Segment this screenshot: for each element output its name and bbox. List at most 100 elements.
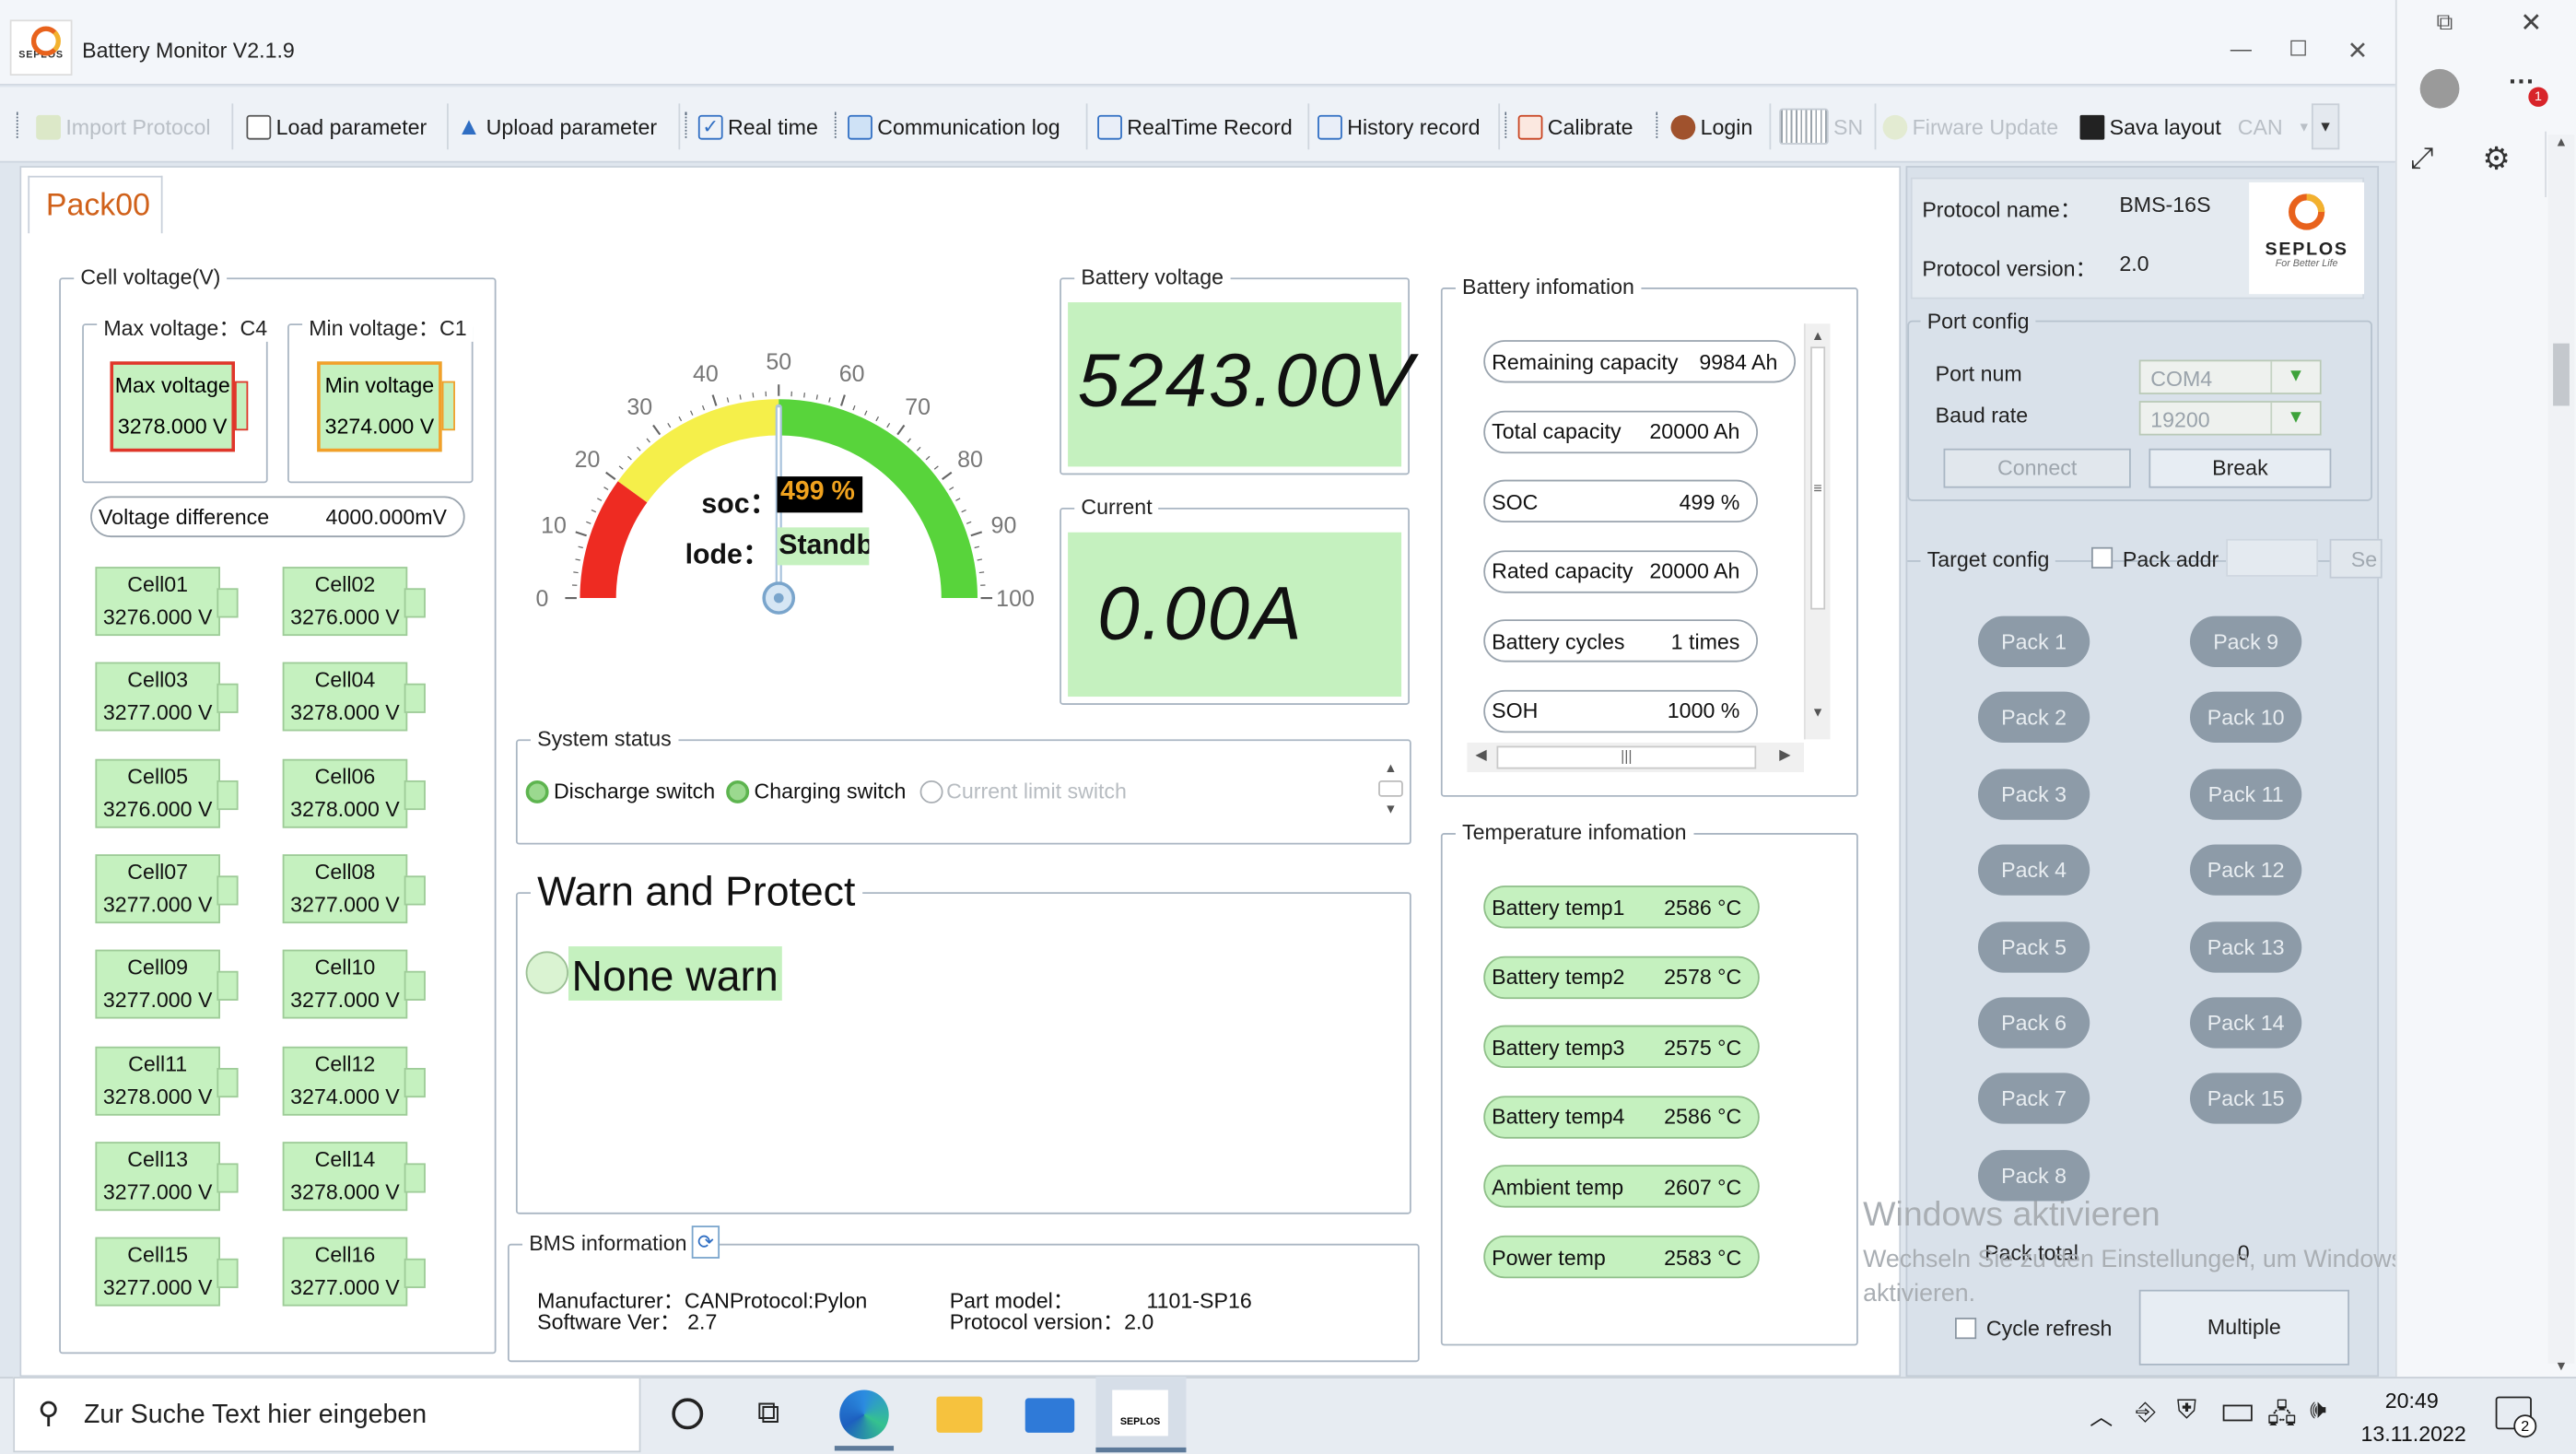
close-icon[interactable]: ✕ bbox=[2520, 6, 2542, 40]
pack-button-13[interactable]: Pack 13 bbox=[2190, 920, 2302, 972]
system-status-scroll[interactable]: ▲ ▼ bbox=[1376, 761, 1404, 840]
protocol-version-value-right: 2.0 bbox=[2119, 251, 2149, 276]
scroll-down-icon[interactable]: ▼ bbox=[1806, 705, 1831, 720]
expand-icon[interactable]: ⤢ bbox=[2410, 141, 2434, 175]
target-config-label: Target config bbox=[1920, 546, 2056, 572]
pack-button-9[interactable]: Pack 9 bbox=[2190, 616, 2302, 667]
clock[interactable]: 20:49 13.11.2022 bbox=[2360, 1385, 2465, 1450]
gauge-tick-label: 100 bbox=[996, 586, 1035, 612]
pack-button-8[interactable]: Pack 8 bbox=[1977, 1149, 2090, 1202]
sn-button[interactable]: SN bbox=[1779, 108, 1863, 145]
scroll-down-icon[interactable]: ▼ bbox=[2548, 1359, 2575, 1374]
pack-button-15[interactable]: Pack 15 bbox=[2190, 1073, 2302, 1125]
pack-button-1[interactable]: Pack 1 bbox=[1977, 616, 2090, 667]
can-dropdown[interactable]: CAN ▼ bbox=[2238, 110, 2311, 143]
calibrate-button[interactable]: Calibrate bbox=[1517, 110, 1633, 143]
import-protocol-button[interactable]: Import Protocol bbox=[36, 110, 211, 143]
scroll-up-icon[interactable]: ▲ bbox=[2548, 135, 2575, 149]
battery-info-item: SOC 499 % bbox=[1483, 479, 1759, 523]
toolbar-grip[interactable] bbox=[834, 111, 839, 138]
task-view-icon[interactable]: ⧉ bbox=[757, 1397, 779, 1433]
gauge-tick bbox=[803, 393, 806, 398]
upload-parameter-button[interactable]: ▲ Upload parameter bbox=[457, 110, 657, 143]
toolbar-grip[interactable] bbox=[1505, 111, 1509, 138]
pack-button-2[interactable]: Pack 2 bbox=[1977, 692, 2090, 744]
gauge-tick bbox=[578, 545, 583, 549]
maximize-button[interactable]: ☐ bbox=[2282, 36, 2315, 63]
current-value: 0.00A bbox=[1068, 532, 1402, 698]
cortana-icon[interactable] bbox=[672, 1398, 704, 1430]
temp-label: Battery temp2 bbox=[1492, 964, 1625, 990]
scroll-left-icon[interactable]: ◀ bbox=[1475, 746, 1486, 765]
restore-icon[interactable]: ⧉ bbox=[2436, 8, 2453, 36]
realtime-record-button[interactable]: RealTime Record bbox=[1097, 110, 1293, 143]
cycle-refresh-checkbox[interactable] bbox=[1955, 1318, 1977, 1340]
chevron-down-icon: ▼ bbox=[2270, 361, 2319, 393]
file-explorer-icon[interactable] bbox=[936, 1396, 983, 1433]
battery-info-vscroll[interactable]: ▲ ≡ ▼ bbox=[1803, 323, 1831, 740]
edge-browser-icon[interactable] bbox=[839, 1390, 889, 1439]
toolbar-grip[interactable] bbox=[16, 111, 21, 138]
security-icon[interactable]: ⛨ bbox=[2177, 1397, 2196, 1426]
gauge-tick bbox=[652, 424, 662, 436]
volume-icon[interactable]: 🕪 bbox=[2310, 1397, 2326, 1426]
set-button[interactable]: Se bbox=[2329, 538, 2383, 579]
pack-button-10[interactable]: Pack 10 bbox=[2190, 692, 2302, 744]
cell-cell04: Cell04 3278.000 V bbox=[282, 663, 426, 733]
pack-button-3[interactable]: Pack 3 bbox=[1977, 768, 2090, 820]
pack-button-11[interactable]: Pack 11 bbox=[2190, 768, 2302, 820]
multiple-button[interactable]: Multiple bbox=[2138, 1289, 2349, 1366]
tab-pack00[interactable]: Pack00 bbox=[28, 175, 163, 234]
refresh-icon[interactable]: ⟳ bbox=[691, 1225, 720, 1259]
port-num-label: Port num bbox=[1935, 361, 2022, 387]
side-panel-scrollbar[interactable]: ▲ ▼ bbox=[2547, 135, 2575, 1374]
profile-avatar-icon[interactable] bbox=[2419, 68, 2460, 109]
cell-value: 3278.000 V bbox=[290, 1178, 400, 1204]
scroll-thumb-h[interactable]: ||| bbox=[1496, 745, 1757, 769]
pack-button-7[interactable]: Pack 7 bbox=[1977, 1073, 2090, 1125]
toolbar-grip[interactable] bbox=[685, 111, 690, 138]
scroll-thumb[interactable]: ≡ bbox=[1810, 346, 1826, 610]
pack-button-4[interactable]: Pack 4 bbox=[1977, 844, 2090, 897]
toolbar-grip[interactable] bbox=[1656, 111, 1660, 138]
chevron-up-icon[interactable]: ︿ bbox=[2090, 1400, 2113, 1433]
cell-value: 3276.000 V bbox=[102, 604, 213, 629]
pack-button-5[interactable]: Pack 5 bbox=[1977, 920, 2090, 972]
taskbar-search-box[interactable]: ⚲ Zur Suche Text hier eingeben bbox=[13, 1377, 641, 1453]
pack-button-12[interactable]: Pack 12 bbox=[2190, 844, 2302, 897]
pack-button-14[interactable]: Pack 14 bbox=[2190, 997, 2302, 1049]
scroll-up-icon[interactable]: ▲ bbox=[1806, 323, 1831, 344]
battery-icon[interactable] bbox=[2222, 1404, 2253, 1422]
gauge-tick-label: 30 bbox=[626, 394, 652, 420]
meet-now-icon[interactable]: ⎆ bbox=[2136, 1398, 2155, 1425]
break-button[interactable]: Break bbox=[2149, 448, 2332, 488]
login-button[interactable]: Login bbox=[1670, 110, 1752, 143]
battery-info-hscroll[interactable]: ◀ ||| ▶ bbox=[1467, 742, 1804, 773]
pack-addr-input[interactable] bbox=[2226, 538, 2319, 577]
side-scroll-thumb[interactable] bbox=[2553, 343, 2570, 406]
history-record-button[interactable]: History record bbox=[1317, 110, 1481, 143]
close-button[interactable]: ✕ bbox=[2341, 36, 2374, 65]
gauge-tick bbox=[711, 394, 718, 406]
port-num-select[interactable]: COM4 ▼ bbox=[2138, 359, 2322, 394]
gear-icon[interactable]: ⚙ bbox=[2482, 141, 2510, 179]
scroll-right-icon[interactable]: ▶ bbox=[1779, 746, 1790, 765]
network-icon[interactable]: 🖧 bbox=[2267, 1397, 2297, 1441]
minimize-button[interactable]: — bbox=[2224, 36, 2257, 61]
save-layout-button[interactable]: Sava layout bbox=[2079, 110, 2221, 143]
battery-monitor-taskbar-button[interactable]: SEPLOS bbox=[1095, 1377, 1187, 1453]
checkbox-icon: ✓ bbox=[697, 113, 723, 139]
toolbar-overflow-button[interactable]: ▼ bbox=[2311, 103, 2340, 150]
firmware-update-button[interactable]: Firware Update bbox=[1882, 110, 2058, 143]
pack-addr-checkbox[interactable] bbox=[2091, 546, 2113, 569]
chevron-down-icon: ▼ bbox=[2297, 119, 2311, 135]
communication-log-button[interactable]: Communication log bbox=[848, 110, 1060, 143]
load-parameter-button[interactable]: Load parameter bbox=[246, 110, 427, 143]
baud-rate-select[interactable]: 19200 ▼ bbox=[2138, 401, 2322, 436]
battery-info-label: Battery infomation bbox=[1455, 274, 1642, 299]
activation-watermark-title: Windows aktivieren bbox=[1863, 1196, 2160, 1235]
pack-button-6[interactable]: Pack 6 bbox=[1977, 997, 2090, 1049]
mail-icon[interactable] bbox=[1025, 1398, 1075, 1433]
real-time-button[interactable]: ✓ Real time bbox=[697, 110, 818, 143]
connect-button[interactable]: Connect bbox=[1943, 448, 2131, 488]
